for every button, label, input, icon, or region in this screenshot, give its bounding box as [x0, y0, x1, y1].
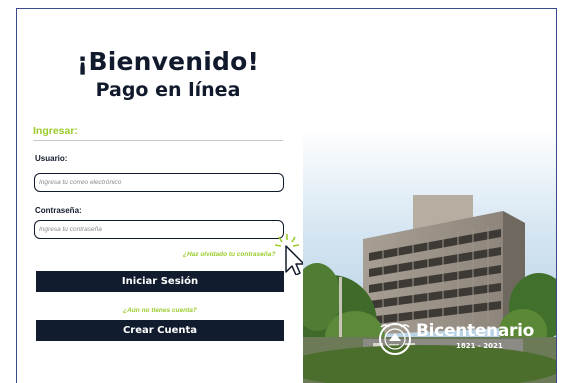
section-heading: Ingresar:: [33, 125, 78, 137]
section-divider: [33, 140, 283, 141]
password-input[interactable]: [34, 220, 284, 239]
bicentenario-logo-text: Bicentenario: [416, 321, 535, 341]
login-panel: ¡Bienvenido! Pago en línea Ingresar: Usu…: [33, 9, 305, 383]
password-label: Contraseña:: [35, 206, 82, 215]
no-account-link[interactable]: ¿Aún no tienes cuenta?: [33, 307, 287, 314]
create-account-button[interactable]: Crear Cuenta: [36, 320, 284, 341]
page-title: ¡Bienvenido!: [76, 47, 260, 76]
page-subtitle: Pago en línea: [95, 79, 241, 101]
pointer-cursor-icon: [274, 234, 305, 275]
username-input[interactable]: [34, 173, 284, 192]
login-button[interactable]: Iniciar Sesión: [36, 271, 284, 292]
bicentenario-years: 1821 - 2021: [456, 342, 503, 350]
forgot-password-link[interactable]: ¿Haz olvidado tu contraseña?: [183, 251, 283, 258]
login-card: ¡Bienvenido! Pago en línea Ingresar: Usu…: [16, 8, 557, 383]
username-label: Usuario:: [35, 154, 68, 163]
